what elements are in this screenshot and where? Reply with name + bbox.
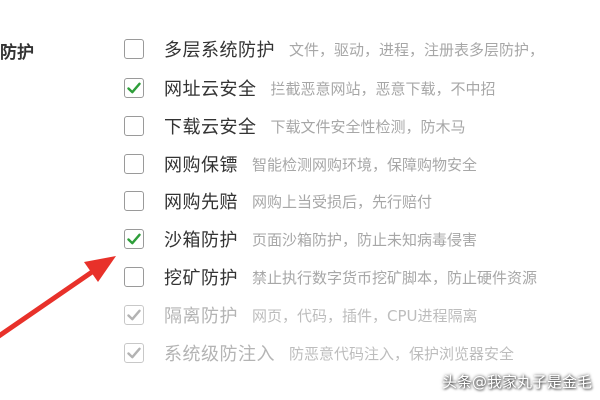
option-name: 网购保镖 — [164, 155, 238, 176]
option-description: 文件，驱动，进程，注册表多层防护， — [289, 40, 545, 59]
mining-protection-checkbox[interactable] — [124, 267, 144, 287]
option-description: 禁止执行数字货币挖矿脚本，防止硬件资源 — [252, 268, 538, 287]
option-description: 防恶意代码注入，保护浏览器安全 — [289, 344, 515, 363]
watermark: 头条@我家丸子是金毛 — [441, 373, 592, 391]
shopping-guard-checkbox[interactable] — [124, 154, 144, 174]
sandbox-protection-checkbox[interactable] — [124, 229, 144, 249]
option-description: 页面沙箱防护，防止未知病毒侵害 — [252, 230, 478, 249]
option-row-system-injection-prevention: 系统级防注入 防恶意代码注入，保护浏览器安全 — [124, 339, 514, 367]
option-name: 下载云安全 — [164, 117, 257, 138]
option-name: 沙箱防护 — [164, 230, 238, 251]
option-row-isolation-protection: 隔离防护 网页，代码，插件，CPU进程隔离 — [124, 301, 478, 329]
option-description: 下载文件安全性检测，防木马 — [270, 117, 466, 136]
url-cloud-security-checkbox[interactable] — [124, 78, 144, 98]
option-name: 网址云安全 — [164, 79, 257, 100]
arrow-head — [84, 256, 116, 282]
option-name: 系统级防注入 — [164, 344, 275, 365]
section-title: 防护 — [0, 43, 34, 62]
option-row-sandbox-protection[interactable]: 沙箱防护 页面沙箱防护，防止未知病毒侵害 — [124, 225, 477, 253]
option-row-shopping-compensation[interactable]: 网购先赔 网购上当受损后，先行赔付 — [124, 187, 432, 215]
option-row-url-cloud-security[interactable]: 网址云安全 拦截恶意网站，恶意下载，不中招 — [124, 74, 496, 102]
option-description: 网页，代码，插件，CPU进程隔离 — [252, 306, 478, 325]
option-row-mining-protection[interactable]: 挖矿防护 禁止执行数字货币挖矿脚本，防止硬件资源 — [124, 263, 537, 291]
checkmark-icon — [127, 347, 141, 359]
option-description: 拦截恶意网站，恶意下载，不中招 — [270, 79, 496, 98]
multilayer-system-protection-checkbox[interactable] — [124, 39, 144, 59]
option-name: 多层系统防护 — [164, 40, 275, 61]
checkmark-icon — [127, 309, 141, 321]
system-injection-prevention-checkbox — [124, 343, 144, 363]
option-name: 挖矿防护 — [164, 268, 238, 289]
option-name: 隔离防护 — [164, 306, 238, 327]
download-cloud-security-checkbox[interactable] — [124, 116, 144, 136]
option-name: 网购先赔 — [164, 192, 238, 213]
option-description: 智能检测网购环境，保障购物安全 — [252, 155, 478, 174]
isolation-protection-checkbox — [124, 305, 144, 325]
option-row-shopping-guard[interactable]: 网购保镖 智能检测网购环境，保障购物安全 — [124, 150, 477, 178]
shopping-compensation-checkbox[interactable] — [124, 191, 144, 211]
option-row-download-cloud-security[interactable]: 下载云安全 下载文件安全性检测，防木马 — [124, 112, 466, 140]
option-row-multilayer-system-protection[interactable]: 多层系统防护 文件，驱动，进程，注册表多层防护， — [124, 35, 544, 63]
checkmark-icon — [127, 233, 141, 245]
option-description: 网购上当受损后，先行赔付 — [252, 192, 433, 211]
arrow-shaft — [0, 269, 95, 339]
checkmark-icon — [127, 82, 141, 94]
